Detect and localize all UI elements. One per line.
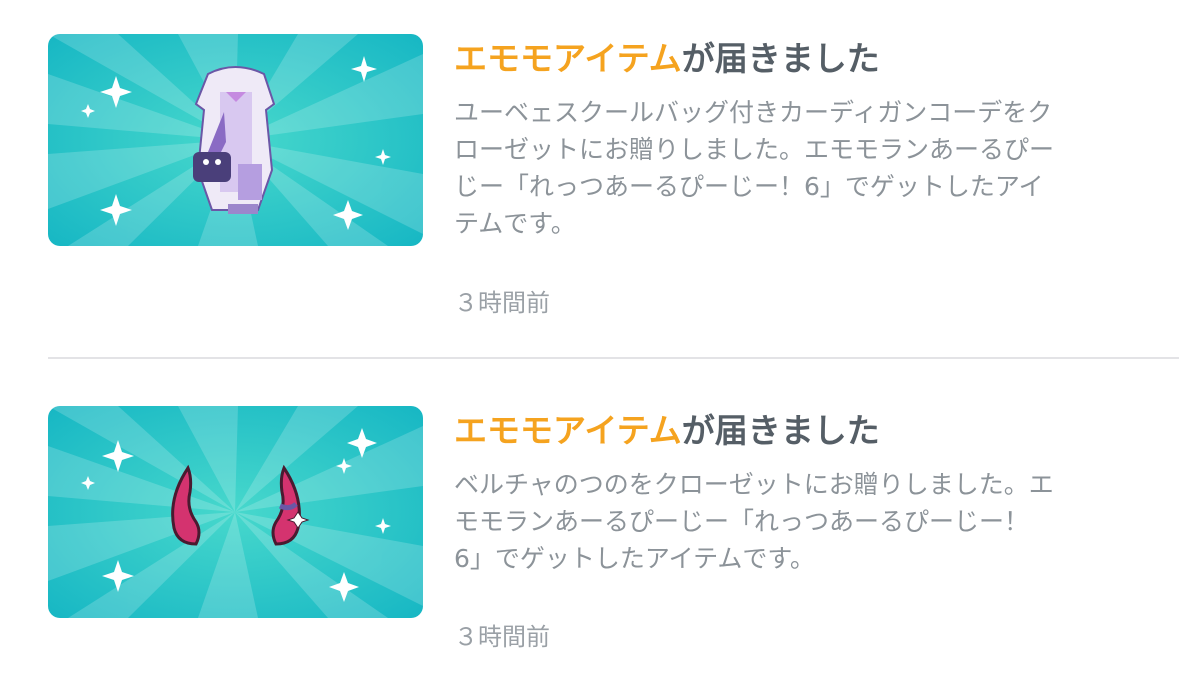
notification-body: ベルチャのつのをクローゼットにお贈りしました。エ モモランあーるぴーじー「れっつ… (454, 470, 1054, 573)
notification-item[interactable]: エモモアイテムが届きました ユーベェスクールバッグ付きカーディガンコーデをク ロ… (0, 0, 1179, 358)
notification-timestamp: ３時間前 (454, 289, 550, 317)
notification-title: エモモアイテムが届きました (454, 36, 1154, 82)
title-highlight: エモモアイテム (454, 39, 682, 78)
cardigan-outfit-icon (193, 66, 276, 214)
notification-title: エモモアイテムが届きました (454, 408, 1154, 454)
divider (48, 357, 1179, 359)
title-rest: が届きました (681, 411, 880, 450)
notification-timestamp: ３時間前 (454, 623, 550, 651)
notification-content: エモモアイテムが届きました ベルチャのつのをクローゼットにお贈りしました。エ モ… (454, 408, 1154, 577)
notification-content: エモモアイテムが届きました ユーベェスクールバッグ付きカーディガンコーデをク ロ… (454, 36, 1154, 242)
notification-feed: エモモアイテムが届きました ユーベェスクールバッグ付きカーディガンコーデをク ロ… (0, 0, 1179, 681)
notification-thumbnail (48, 34, 423, 246)
notification-thumbnail (48, 406, 423, 618)
notification-body: ユーベェスクールバッグ付きカーディガンコーデをク ローゼットにお贈りしました。エ… (454, 98, 1055, 238)
title-highlight: エモモアイテム (454, 411, 682, 450)
title-rest: が届きました (681, 39, 880, 78)
notification-item[interactable]: エモモアイテムが届きました ベルチャのつのをクローゼットにお贈りしました。エ モ… (0, 360, 1179, 681)
